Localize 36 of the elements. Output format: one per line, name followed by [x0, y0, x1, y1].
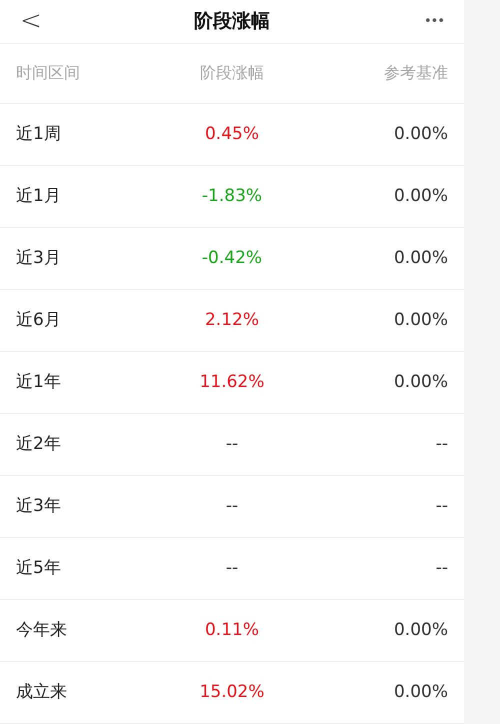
benchmark-cell-text: 0.00% [392, 680, 448, 704]
period-cell-text: 近3年 [16, 494, 62, 518]
benchmark-cell-text: 0.00% [392, 122, 448, 146]
benchmark-cell-text: -- [434, 556, 448, 580]
more-button[interactable]: ••• [404, 12, 444, 31]
change-cell-text: -1.83% [200, 184, 264, 208]
benchmark-cell-text: 0.00% [392, 618, 448, 642]
change-cell-text: 11.62% [198, 370, 266, 394]
period-cell-text: 近5年 [16, 556, 62, 580]
change-cell-text: 0.11% [204, 618, 260, 642]
period-cell-text: 近6月 [16, 308, 62, 332]
period-cell-text: 近3月 [16, 246, 62, 270]
benchmark-cell-text: -- [434, 494, 448, 518]
period-cell-text: 近2年 [16, 432, 62, 456]
change-cell-text: -- [224, 556, 240, 580]
change-cell-text: -- [224, 494, 240, 518]
period-cell-text: 近1月 [16, 184, 62, 208]
back-button[interactable]: < [20, 8, 60, 34]
benchmark-cell-text: 0.00% [392, 184, 448, 208]
period-cell-text: 近1年 [16, 370, 62, 394]
column-header: 时间区间 [16, 62, 81, 84]
benchmark-cell-text: 0.00% [392, 308, 448, 332]
change-cell-text: 15.02% [198, 680, 266, 704]
change-cell-text: 2.12% [204, 308, 260, 332]
period-cell-text: 成立来 [16, 680, 68, 704]
column-header: 阶段涨幅 [199, 62, 265, 84]
page-title: 阶段涨幅 [194, 9, 270, 34]
benchmark-cell-text: -- [434, 432, 448, 456]
change-cell-text: -0.42% [200, 246, 264, 270]
change-cell-text: 0.45% [204, 122, 260, 146]
column-header: 参考基准 [383, 62, 448, 84]
benchmark-cell-text: 0.00% [392, 246, 448, 270]
change-cell-text: -- [224, 432, 240, 456]
period-cell-text: 今年来 [16, 618, 68, 642]
period-cell-text: 近1周 [16, 122, 62, 146]
benchmark-cell-text: 0.00% [392, 370, 448, 394]
